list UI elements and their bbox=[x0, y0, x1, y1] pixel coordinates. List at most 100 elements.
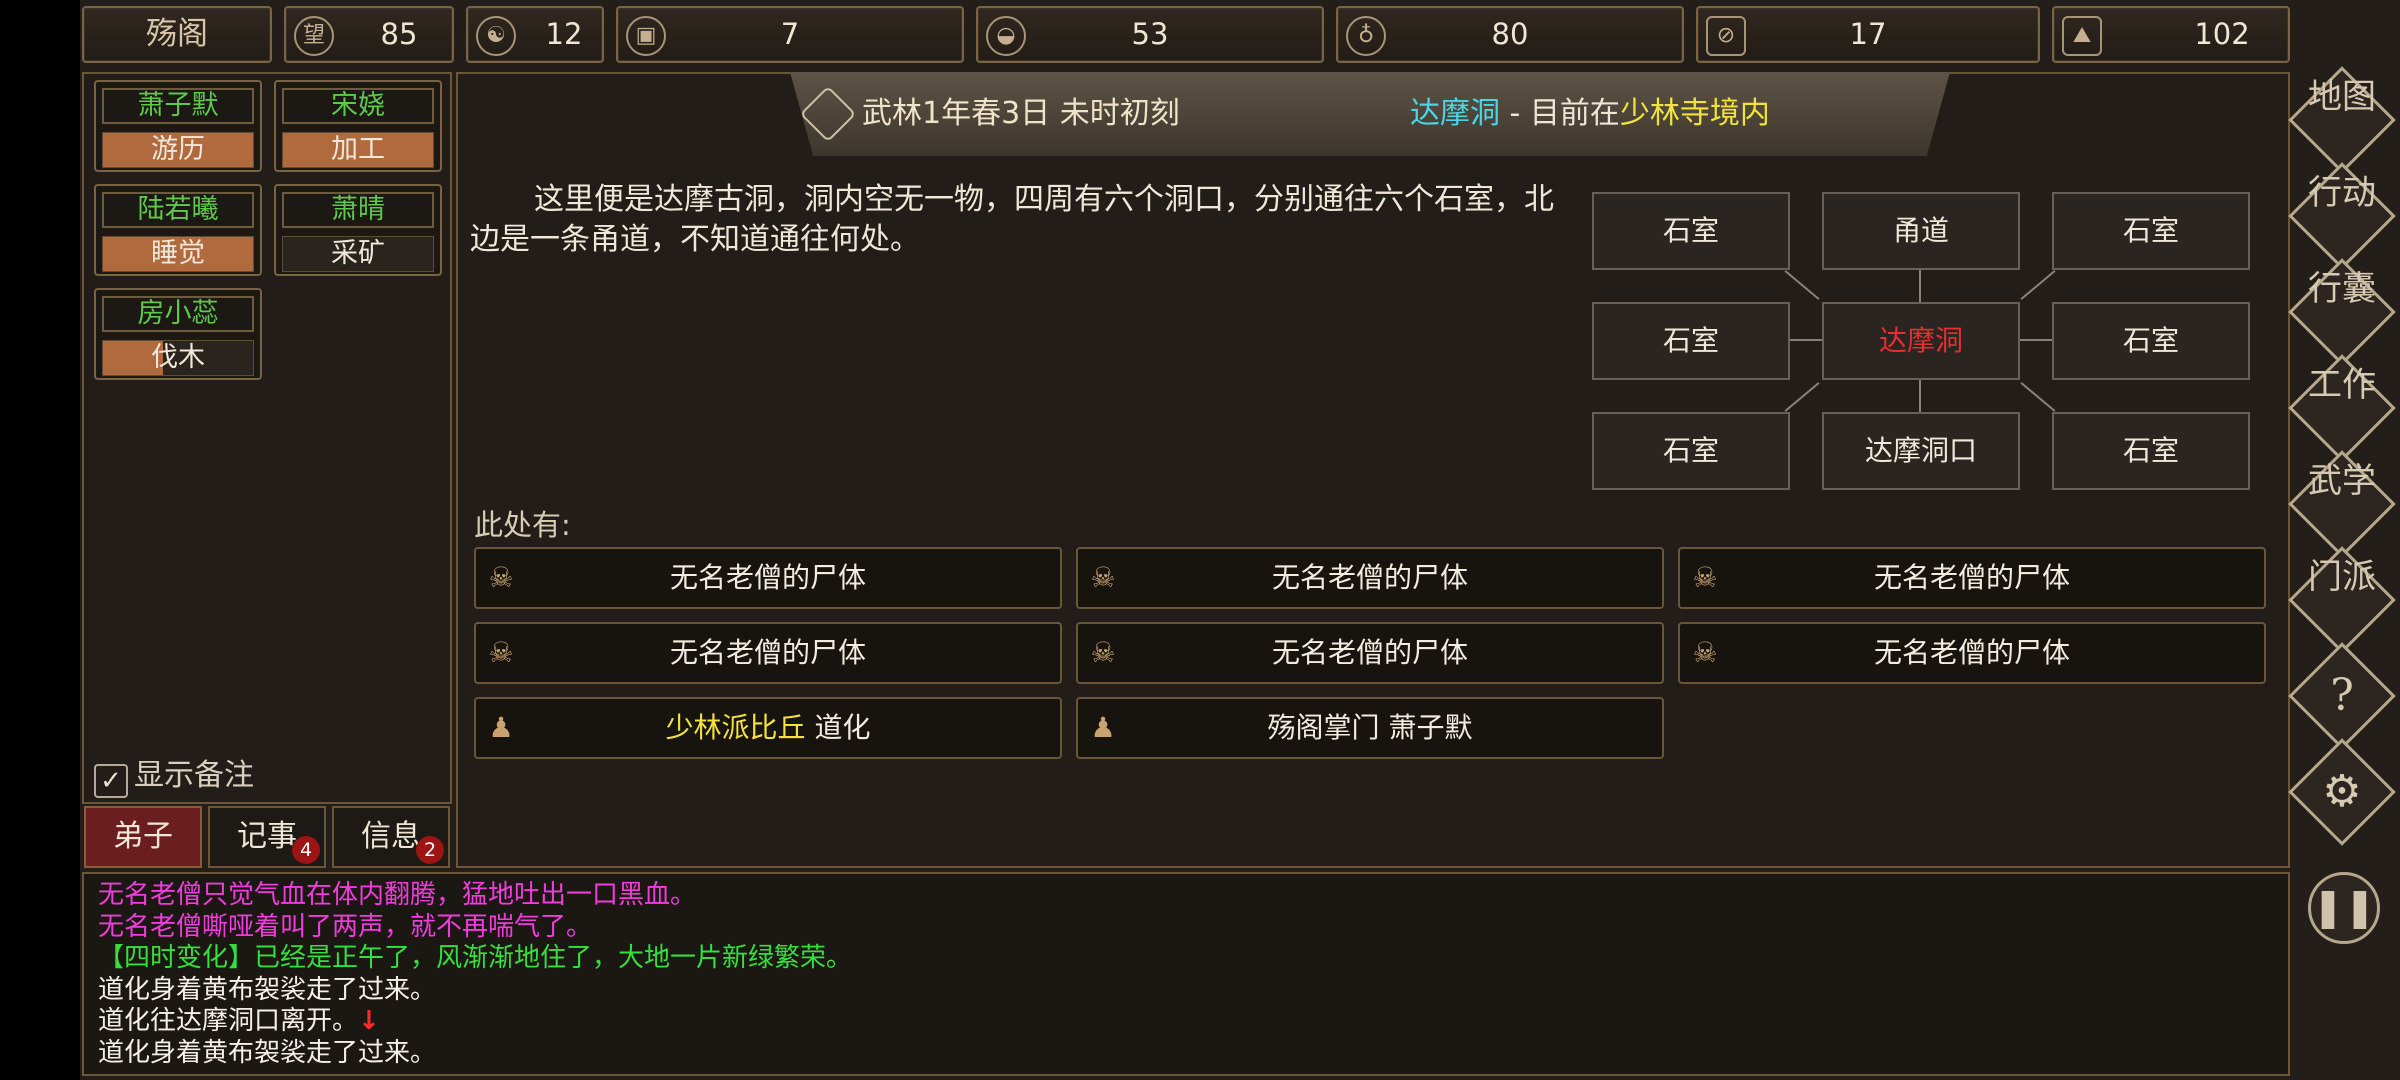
gear-icon[interactable]: ⚙ bbox=[2298, 748, 2386, 836]
resource-coin[interactable]: ▣ 7 bbox=[616, 6, 964, 63]
disciple-task-bar: 伐木 bbox=[102, 340, 254, 376]
skull-icon: ☠ bbox=[1090, 561, 1116, 594]
menu-map-button[interactable]: 地图 bbox=[2298, 76, 2386, 164]
menu-bag-button[interactable]: 行囊 bbox=[2298, 268, 2386, 356]
notification-badge: 4 bbox=[292, 836, 320, 864]
reputation-icon: 望 bbox=[294, 16, 334, 56]
menu-action-button[interactable]: 行动 bbox=[2298, 172, 2386, 260]
log-line: 无名老僧只觉气血在体内翻腾，猛地吐出一口黑血。 bbox=[98, 880, 697, 910]
compass-icon bbox=[799, 85, 857, 143]
object-corpse[interactable]: ☠ 无名老僧的尸体 bbox=[1678, 622, 2266, 684]
yin-yang-icon: ☯ bbox=[476, 16, 516, 56]
location-separator: - bbox=[1500, 96, 1530, 131]
object-label: 无名老僧的尸体 bbox=[669, 636, 866, 669]
disciple-task: 游历 bbox=[151, 134, 205, 165]
resource-value: 102 bbox=[2194, 17, 2250, 51]
disciple-name: 宋娆 bbox=[282, 88, 434, 124]
npc-name: 萧子默 bbox=[1379, 711, 1473, 744]
disciple-card[interactable]: 萧晴 采矿 bbox=[274, 184, 442, 276]
location-name: 达摩洞 bbox=[1410, 96, 1500, 131]
region-name: 少林寺境内 bbox=[1619, 96, 1770, 131]
object-corpse[interactable]: ☠ 无名老僧的尸体 bbox=[1678, 547, 2266, 609]
disciple-name: 萧晴 bbox=[282, 192, 434, 228]
resource-ore[interactable]: ⛰ 102 bbox=[2052, 6, 2290, 63]
log-text: 道化往达摩洞口离开。 bbox=[98, 1006, 359, 1036]
tab-label: 信息 bbox=[361, 819, 421, 854]
sect-name: 殇阁 bbox=[146, 16, 208, 52]
log-line: 无名老僧嘶哑着叫了两声，就不再喘气了。 bbox=[98, 911, 593, 942]
disciple-card[interactable]: 萧子默 游历 bbox=[94, 80, 262, 172]
show-notes-toggle[interactable]: ✓ 显示备注 bbox=[94, 750, 254, 798]
disciple-task-bar: 游历 bbox=[102, 132, 254, 168]
menu-martial-arts-button[interactable]: 武学 bbox=[2298, 460, 2386, 548]
resource-value: 85 bbox=[380, 17, 418, 51]
disciple-card[interactable]: 宋娆 加工 bbox=[274, 80, 442, 172]
notification-badge: 2 bbox=[416, 836, 444, 864]
resource-food[interactable]: ◒ 53 bbox=[976, 6, 1324, 63]
resource-gourd[interactable]: ♁ 80 bbox=[1336, 6, 1684, 63]
resource-value: 7 bbox=[780, 17, 800, 51]
npc-title: 少林派比丘 bbox=[665, 711, 806, 744]
message-log[interactable]: 无名老僧只觉气血在体内翻腾，猛地吐出一口黑血。 无名老僧嘶哑着叫了两声，就不再喘… bbox=[82, 872, 2290, 1076]
map-room-south[interactable]: 达摩洞口 bbox=[1822, 412, 2020, 490]
skull-icon: ☠ bbox=[1692, 561, 1718, 594]
map-connector bbox=[1919, 380, 1921, 412]
disciple-panel: 萧子默 游历 宋娆 加工 陆若曦 睡觉 萧晴 采矿 房小蕊 伐木 ✓ 显示备注 bbox=[82, 72, 452, 804]
resource-reputation[interactable]: 望 85 bbox=[284, 6, 454, 63]
npc-button[interactable]: ♟ 少林派比丘 道化 bbox=[474, 697, 1062, 759]
map-room-east[interactable]: 石室 bbox=[2052, 302, 2250, 380]
arrow-down-icon: ↓ bbox=[358, 1006, 380, 1036]
skull-icon: ☠ bbox=[488, 636, 514, 669]
log-line: 道化身着黄布袈裟走了过来。 bbox=[98, 974, 437, 1005]
sect-name-plate[interactable]: 殇阁 bbox=[82, 6, 272, 63]
tab-disciples[interactable]: 弟子 bbox=[84, 806, 202, 868]
map-connector bbox=[1790, 339, 1822, 341]
npc-name: 道化 bbox=[805, 711, 871, 744]
location-description: 这里便是达摩古洞，洞内空无一物，四周有六个洞口，分别通往六个石室，北边是一条甬道… bbox=[470, 182, 1554, 257]
map-room-southeast[interactable]: 石室 bbox=[2052, 412, 2250, 490]
resource-value: 53 bbox=[1131, 17, 1169, 51]
skull-icon: ☠ bbox=[1090, 636, 1116, 669]
disciple-card[interactable]: 陆若曦 睡觉 bbox=[94, 184, 262, 276]
game-date: 武林1年春3日 未时初刻 bbox=[862, 96, 1180, 131]
help-button[interactable]: ? bbox=[2298, 652, 2386, 740]
resource-value: 17 bbox=[1849, 17, 1887, 51]
tab-label: 弟子 bbox=[113, 819, 173, 854]
map-room-northwest[interactable]: 石室 bbox=[1592, 192, 1790, 270]
disciple-task-bar: 睡觉 bbox=[102, 236, 254, 272]
pause-icon[interactable]: ❚❚ bbox=[2308, 872, 2380, 944]
tab-journal[interactable]: 记事 4 bbox=[208, 806, 326, 868]
object-corpse[interactable]: ☠ 无名老僧的尸体 bbox=[1076, 622, 1664, 684]
current-location: 达摩洞 - 目前在少林寺境内 bbox=[1410, 72, 1770, 156]
object-label: 无名老僧的尸体 bbox=[1873, 636, 2070, 669]
map-room-northeast[interactable]: 石室 bbox=[2052, 192, 2250, 270]
map-room-north[interactable]: 甬道 bbox=[1822, 192, 2020, 270]
menu-work-button[interactable]: 工作 bbox=[2298, 364, 2386, 452]
location-prefix: 目前在 bbox=[1529, 96, 1620, 131]
map-room-southwest[interactable]: 石室 bbox=[1592, 412, 1790, 490]
disciple-name: 房小蕊 bbox=[102, 296, 254, 332]
object-corpse[interactable]: ☠ 无名老僧的尸体 bbox=[1076, 547, 1664, 609]
npc-button[interactable]: ♟ 殇阁掌门 萧子默 bbox=[1076, 697, 1664, 759]
show-notes-label: 显示备注 bbox=[134, 758, 254, 793]
tab-messages[interactable]: 信息 2 bbox=[332, 806, 450, 868]
skull-icon: ☠ bbox=[488, 561, 514, 594]
disciple-task-bar: 采矿 bbox=[282, 236, 434, 272]
object-corpse[interactable]: ☠ 无名老僧的尸体 bbox=[474, 622, 1062, 684]
log-line-with-arrow: 道化往达摩洞口离开。↓ bbox=[98, 1006, 2274, 1038]
object-corpse[interactable]: ☠ 无名老僧的尸体 bbox=[474, 547, 1062, 609]
resource-wood[interactable]: ⊘ 17 bbox=[1696, 6, 2040, 63]
disciple-card[interactable]: 房小蕊 伐木 bbox=[94, 288, 262, 380]
map-room-current: 达摩洞 bbox=[1822, 302, 2020, 380]
disciple-task: 采矿 bbox=[331, 238, 385, 269]
resource-yinyang[interactable]: ☯ 12 bbox=[466, 6, 604, 63]
map-connector bbox=[1919, 270, 1921, 302]
here-label: 此处有: bbox=[474, 508, 571, 542]
npc-title: 殇阁掌门 bbox=[1267, 711, 1380, 744]
tab-label: 记事 bbox=[237, 819, 297, 854]
map-room-west[interactable]: 石室 bbox=[1592, 302, 1790, 380]
menu-sect-button[interactable]: 门派 bbox=[2298, 556, 2386, 644]
map-connector bbox=[2020, 339, 2052, 341]
object-label: 无名老僧的尸体 bbox=[669, 561, 866, 594]
checkbox-checked-icon[interactable]: ✓ bbox=[94, 764, 128, 798]
